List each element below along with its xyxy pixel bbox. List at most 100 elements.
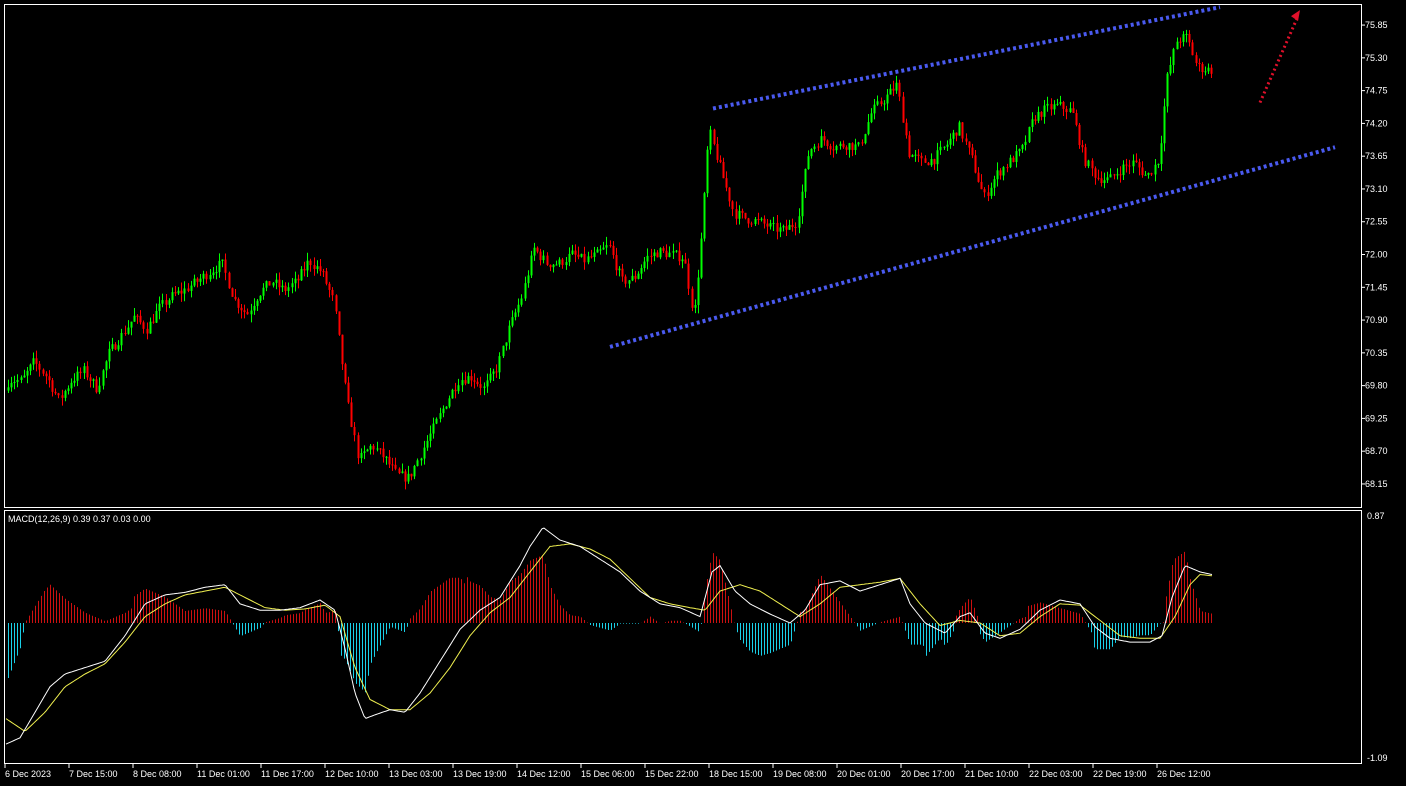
- candle-body: [508, 325, 511, 343]
- candle-body: [1018, 149, 1021, 152]
- time-tick-label: 20 Dec 17:00: [901, 769, 955, 779]
- candle-body: [829, 146, 832, 150]
- candle-body: [366, 449, 369, 452]
- candle-body: [70, 382, 73, 389]
- candle-body: [735, 209, 738, 219]
- candle-body: [842, 143, 845, 148]
- time-tick-label: 26 Dec 12:00: [1157, 769, 1211, 779]
- candle-body: [1128, 165, 1131, 167]
- candle-body: [1185, 33, 1188, 35]
- candle-body: [574, 250, 577, 255]
- candle-body: [171, 292, 174, 301]
- candle-body: [993, 179, 996, 188]
- candle-body: [272, 282, 275, 286]
- macd-title: MACD(12,26,9) 0.39 0.37 0.03 0.00: [8, 514, 151, 524]
- candle-body: [473, 380, 476, 382]
- candle-body: [391, 464, 394, 466]
- candle-body: [291, 283, 294, 288]
- candle-body: [565, 262, 568, 266]
- candle-body: [1062, 101, 1065, 109]
- candle-body: [722, 162, 725, 179]
- candle-body: [1009, 157, 1012, 168]
- candle-body: [628, 280, 631, 284]
- price-tick-label: 68.15: [1365, 479, 1388, 489]
- candle-body: [92, 379, 95, 381]
- candle-body: [1024, 141, 1027, 145]
- candle-body: [1006, 167, 1009, 169]
- candle-body: [691, 288, 694, 308]
- candle-body: [823, 136, 826, 141]
- candle-body: [79, 371, 82, 374]
- candle-body: [228, 272, 231, 289]
- candle-body: [990, 187, 993, 196]
- candle-body: [835, 146, 838, 151]
- candle-body: [1182, 34, 1185, 42]
- candle-body: [489, 373, 492, 381]
- candle-body: [111, 344, 114, 349]
- candle-body: [256, 300, 259, 306]
- candle-body: [451, 389, 454, 399]
- time-tick-label: 13 Dec 03:00: [389, 769, 443, 779]
- candle-body: [168, 300, 171, 305]
- candle-body: [886, 94, 889, 104]
- candle-body: [108, 348, 111, 362]
- candle-body: [1125, 164, 1128, 166]
- candle-body: [854, 144, 857, 151]
- candle-body: [48, 376, 51, 381]
- price-tick-label: 75.30: [1365, 53, 1388, 63]
- candle-body: [1141, 167, 1144, 176]
- candle-body: [857, 142, 860, 145]
- candle-body: [977, 172, 980, 182]
- candle-body: [376, 448, 379, 450]
- time-tick-label: 22 Dec 03:00: [1029, 769, 1083, 779]
- candle-body: [665, 250, 668, 258]
- candle-body: [798, 216, 801, 228]
- candle-body: [338, 311, 341, 335]
- candle-body: [67, 388, 70, 391]
- candle-body: [769, 223, 772, 227]
- candle-body: [1046, 103, 1049, 106]
- candle-body: [1043, 105, 1046, 117]
- candle-body: [1072, 108, 1075, 114]
- candle-body: [382, 448, 385, 458]
- candle-body: [38, 363, 41, 370]
- candle-body: [275, 279, 278, 283]
- candle-body: [102, 370, 105, 386]
- candle-body: [902, 96, 905, 123]
- candle-body: [653, 252, 656, 257]
- candle-body: [130, 321, 133, 328]
- time-tick-label: 15 Dec 06:00: [581, 769, 635, 779]
- candle-body: [420, 458, 423, 461]
- candle-body: [694, 305, 697, 308]
- candle-body: [1179, 41, 1182, 43]
- candle-body: [193, 278, 196, 286]
- time-axis-ticks: 6 Dec 2023 7 Dec 15:00 8 Dec 08:00 11 Dec 0…: [4, 764, 1211, 779]
- candle-body: [826, 140, 829, 147]
- candle-body: [971, 147, 974, 156]
- time-tick-label: 11 Dec 17:00: [261, 769, 314, 779]
- candle-body: [117, 345, 120, 350]
- candle-body: [83, 366, 86, 374]
- candle-body: [741, 210, 744, 213]
- candle-body: [98, 385, 101, 393]
- candle-body: [388, 456, 391, 465]
- candle-body: [520, 298, 523, 305]
- price-tick-label: 68.70: [1365, 446, 1388, 456]
- candle-body: [514, 312, 517, 318]
- candle-body: [212, 272, 215, 276]
- candle-body: [89, 377, 92, 381]
- candle-body: [1188, 33, 1191, 43]
- candle-body: [1116, 174, 1119, 176]
- price-tick-label: 69.25: [1365, 413, 1388, 423]
- candle-body: [1109, 174, 1112, 178]
- candle-body: [344, 364, 347, 383]
- candle-body: [1154, 164, 1157, 175]
- candle-body: [817, 146, 820, 148]
- candle-body: [284, 285, 287, 291]
- candle-body: [1119, 174, 1122, 176]
- candle-body: [596, 249, 599, 253]
- candle-body: [637, 273, 640, 279]
- candle-body: [662, 248, 665, 251]
- candle-body: [744, 212, 747, 219]
- candle-body: [892, 88, 895, 91]
